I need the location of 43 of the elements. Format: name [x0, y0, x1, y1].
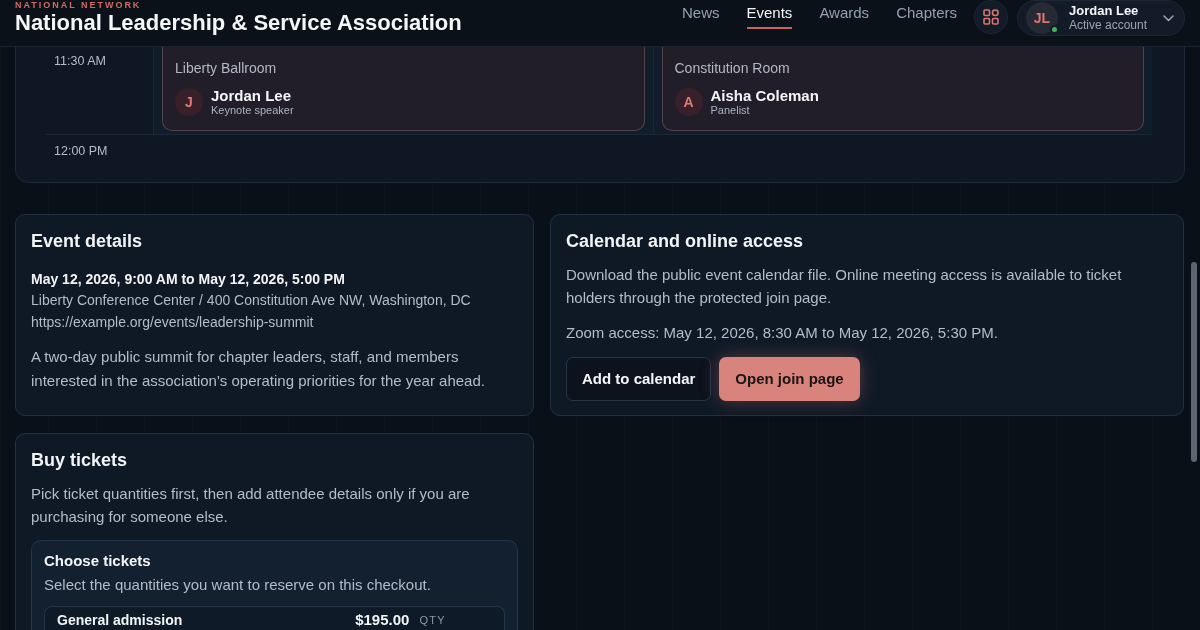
card-description: Pick ticket quantities first, then add attendee details only if you are purchasing for someone else. — [31, 484, 471, 527]
account-status: Active account — [1069, 18, 1148, 32]
card-heading: Event details — [31, 230, 144, 253]
panel-heading: Choose tickets — [44, 551, 152, 571]
site-title: National Leadership & Service Association — [15, 10, 462, 36]
event-datetime: May 12, 2026, 9:00 AM to May 12, 2026, 5:00 PM — [31, 270, 346, 289]
open-join-page-button[interactable]: Open join page — [719, 357, 860, 401]
zoom-access-text: Zoom access: May 12, 2026, 8:30 AM to May 12, 2026, 5:30 PM. — [566, 323, 999, 343]
add-to-calendar-button[interactable]: Add to calendar — [566, 357, 712, 401]
apps-button[interactable] — [974, 0, 1008, 34]
card-description: Download the public event calendar file. Online meeting access is available to ticket holders through the protected join page. — [566, 265, 1123, 308]
nav-tab[interactable]: Awards — [819, 3, 870, 29]
grid-icon — [983, 9, 999, 25]
avatar-initial: A — [683, 92, 694, 112]
ticket-price: $195.00 — [355, 612, 410, 628]
time-label: 11:30 AM — [54, 54, 106, 68]
ticket-name: General admission — [57, 612, 184, 628]
event-link[interactable]: https://example.org/events/leadership-summit — [31, 311, 314, 333]
card-heading: Calendar and online access — [566, 230, 805, 253]
event-description: A two-day public summit for chapter leaders, staff, and members interested in the association's operating priorities for the year ahead. — [31, 347, 486, 391]
avatar-initials: JL — [1033, 8, 1051, 28]
nav-tab[interactable]: News — [682, 3, 720, 29]
session-card[interactable]: Liberty Ballroom J Jordan Lee Keynote speaker — [162, 47, 645, 131]
scrollbar-thumb[interactable] — [1191, 262, 1197, 462]
brand-eyebrow: NATIONAL NETWORK — [15, 0, 143, 10]
avatar-initial: J — [185, 92, 193, 112]
speaker-role: Panelist — [710, 104, 751, 117]
chevron-down-icon — [1163, 14, 1174, 22]
session-location: Liberty Ballroom — [175, 59, 278, 78]
speaker-name: Jordan Lee — [211, 87, 293, 104]
quantity-label: QTY — [419, 613, 446, 628]
session-card[interactable]: Constitution Room A Aisha Coleman Panelist — [661, 47, 1144, 131]
nav-tab[interactable]: Chapters — [896, 3, 957, 29]
account-name: Jordan Lee — [1069, 4, 1139, 18]
nav-tab[interactable]: Events — [746, 3, 793, 29]
account-menu-button[interactable]: JL Jordan Lee Active account — [1017, 0, 1185, 36]
speaker-role: Keynote speaker — [211, 104, 294, 117]
session-location: Constitution Room — [674, 59, 791, 78]
speaker-name: Aisha Coleman — [710, 87, 819, 104]
panel-description: Select the quantities you want to reserve on this checkout. — [44, 575, 432, 595]
card-heading: Buy tickets — [31, 449, 129, 472]
event-address: Liberty Conference Center / 400 Constitution Ave NW, Washington, DC — [31, 291, 472, 310]
time-label: 12:00 PM — [54, 144, 108, 158]
